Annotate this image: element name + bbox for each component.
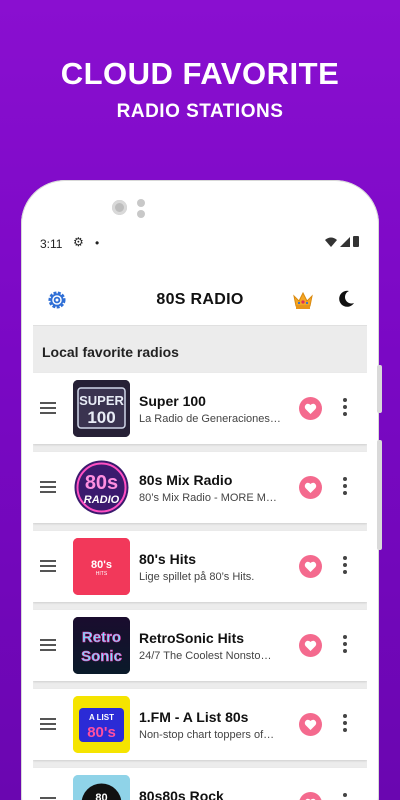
svg-text:80: 80 bbox=[95, 792, 107, 800]
station-row[interactable]: Retro Sonic RetroSonic Hits 24/7 The Coo… bbox=[33, 610, 367, 681]
favorite-heart-icon[interactable] bbox=[299, 634, 322, 657]
drag-handle-icon[interactable] bbox=[40, 639, 56, 652]
more-options-icon[interactable] bbox=[340, 714, 350, 736]
station-description: 80’s Mix Radio - MORE M… bbox=[139, 492, 277, 504]
sensor bbox=[137, 199, 145, 207]
station-logo: 80s RADIO bbox=[73, 459, 130, 516]
signal-icon bbox=[340, 236, 350, 247]
status-time: 3:11 bbox=[40, 237, 63, 251]
more-options-icon[interactable] bbox=[340, 635, 350, 657]
station-name: 80s80s Rock bbox=[139, 788, 224, 800]
sensor bbox=[137, 210, 145, 218]
station-row[interactable]: 80s RADIO 80s Mix Radio 80’s Mix Radio -… bbox=[33, 452, 367, 523]
drag-handle-icon[interactable] bbox=[40, 560, 56, 573]
status-bar: 3:11 ⚙ • bbox=[33, 222, 367, 266]
app-screen: 3:11 ⚙ • 80S RADIO Local favorite radios bbox=[33, 222, 367, 800]
station-description: La Radio de Generaciones… bbox=[139, 413, 281, 425]
phone-side-button bbox=[377, 440, 382, 550]
80s80s-rock-logo-icon: 80 bbox=[73, 775, 130, 800]
favorite-heart-icon[interactable] bbox=[299, 713, 322, 736]
svg-text:80's: 80's bbox=[87, 724, 116, 741]
favorite-heart-icon[interactable] bbox=[299, 792, 322, 800]
favorite-heart-icon[interactable] bbox=[299, 397, 322, 420]
svg-text:80s: 80s bbox=[85, 472, 118, 494]
notification-dot-icon: • bbox=[95, 236, 100, 250]
station-name: RetroSonic Hits bbox=[139, 630, 245, 646]
station-row[interactable]: 80's HITS 80's Hits Lige spillet på 80’s… bbox=[33, 531, 367, 602]
station-row[interactable]: A LIST 80's 1.FM - A List 80s Non-stop c… bbox=[33, 689, 367, 760]
svg-text:100: 100 bbox=[87, 408, 115, 427]
station-description: Lige spillet på 80’s Hits. bbox=[139, 571, 255, 583]
app-title: 80S RADIO bbox=[156, 291, 244, 308]
station-name: Super 100 bbox=[139, 393, 206, 409]
station-description: Non-stop chart toppers of… bbox=[139, 729, 275, 741]
super-100-logo-icon: SUPER 100 bbox=[73, 380, 130, 437]
svg-text:80's: 80's bbox=[91, 559, 112, 571]
svg-text:A LIST: A LIST bbox=[89, 713, 114, 722]
phone-side-button bbox=[377, 365, 382, 413]
more-options-icon[interactable] bbox=[340, 793, 350, 800]
svg-text:SUPER: SUPER bbox=[79, 393, 124, 408]
80s-hits-logo-icon: 80's HITS bbox=[73, 538, 130, 595]
status-icons bbox=[325, 236, 359, 247]
wifi-icon bbox=[325, 237, 337, 247]
station-name: 1.FM - A List 80s bbox=[139, 709, 249, 725]
station-logo: Retro Sonic bbox=[73, 617, 130, 674]
settings-notification-icon: ⚙ bbox=[73, 235, 84, 249]
svg-text:Retro: Retro bbox=[82, 629, 121, 646]
station-logo: 80's HITS bbox=[73, 538, 130, 595]
crown-icon[interactable] bbox=[292, 290, 314, 310]
station-name: 80's Hits bbox=[139, 551, 197, 567]
station-row[interactable]: 80 80s80s Rock bbox=[33, 768, 367, 800]
svg-text:HITS: HITS bbox=[96, 571, 108, 577]
favorite-heart-icon[interactable] bbox=[299, 476, 322, 499]
battery-icon bbox=[353, 236, 359, 247]
promo-headline: CLOUD FAVORITE bbox=[60, 56, 340, 91]
a-list-80s-logo-icon: A LIST 80's bbox=[73, 696, 130, 753]
promo-subheadline: RADIO STATIONS bbox=[116, 101, 284, 122]
station-logo: A LIST 80's bbox=[73, 696, 130, 753]
section-title: Local favorite radios bbox=[42, 344, 179, 360]
svg-text:Sonic: Sonic bbox=[81, 648, 122, 665]
more-options-icon[interactable] bbox=[340, 477, 350, 499]
more-options-icon[interactable] bbox=[340, 398, 350, 420]
favorites-list: Local favorite radios SUPER 100 Super 10… bbox=[33, 326, 367, 800]
app-bar: 80S RADIO bbox=[33, 274, 367, 326]
station-logo: SUPER 100 bbox=[73, 380, 130, 437]
front-camera bbox=[112, 200, 127, 215]
retrosonic-logo-icon: Retro Sonic bbox=[73, 617, 130, 674]
80s-mix-radio-logo-icon: 80s RADIO bbox=[74, 460, 129, 515]
station-name: 80s Mix Radio bbox=[139, 472, 233, 488]
station-logo: 80 bbox=[73, 775, 130, 800]
favorite-heart-icon[interactable] bbox=[299, 555, 322, 578]
drag-handle-icon[interactable] bbox=[40, 718, 56, 731]
station-description: 24/7 The Coolest Nonsto… bbox=[139, 650, 272, 662]
more-options-icon[interactable] bbox=[340, 556, 350, 578]
svg-text:RADIO: RADIO bbox=[84, 494, 120, 506]
dark-mode-moon-icon[interactable] bbox=[336, 289, 356, 309]
drag-handle-icon[interactable] bbox=[40, 481, 56, 494]
station-row[interactable]: SUPER 100 Super 100 La Radio de Generaci… bbox=[33, 373, 367, 444]
drag-handle-icon[interactable] bbox=[40, 402, 56, 415]
